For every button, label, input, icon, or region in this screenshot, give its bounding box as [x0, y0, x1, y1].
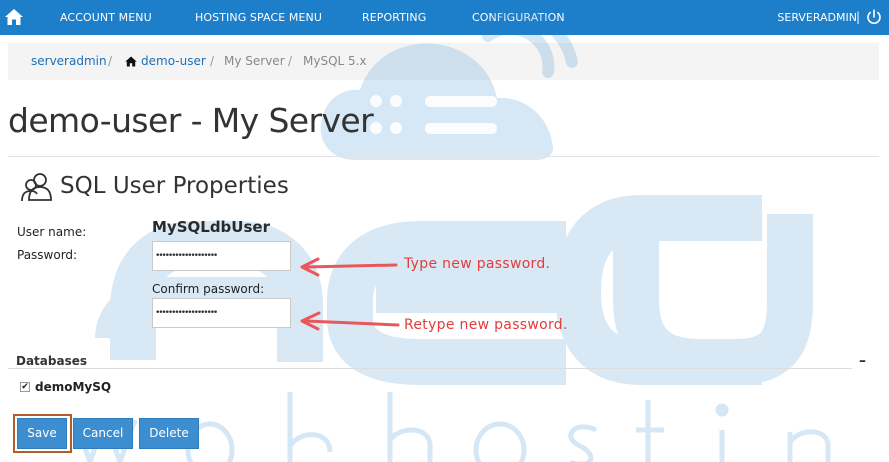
breadcrumb-my-server: My Server: [224, 54, 285, 68]
nav-account-menu[interactable]: ACCOUNT MENU: [60, 11, 152, 24]
breadcrumb-demo-user[interactable]: demo-user: [141, 54, 206, 68]
breadcrumb: serveradmin / demo-user / My Server / My…: [8, 43, 879, 80]
title-divider: [8, 156, 879, 157]
home-icon[interactable]: [4, 7, 24, 27]
breadcrumb-separator: /: [108, 54, 113, 68]
arrow-confirm-icon: [304, 319, 400, 327]
users-icon: [21, 173, 52, 202]
databases-heading: Databases: [16, 354, 88, 368]
arrow-password-icon: [304, 263, 398, 269]
delete-button[interactable]: Delete: [139, 418, 199, 449]
top-nav-bar: ACCOUNT MENU HOSTING SPACE MENU REPORTIN…: [0, 0, 889, 35]
database-checkbox[interactable]: ✔: [20, 382, 30, 392]
breadcrumb-serveradmin[interactable]: serveradmin: [31, 54, 107, 68]
section-title: SQL User Properties: [60, 173, 289, 199]
username-value: MySQLdbUser: [152, 218, 270, 236]
password-label: Password:: [17, 248, 78, 262]
confirm-password-input[interactable]: [152, 298, 291, 328]
nav-hosting-space-menu[interactable]: HOSTING SPACE MENU: [195, 11, 322, 24]
password-input[interactable]: [152, 241, 291, 271]
nav-configuration[interactable]: CONFIGURATION: [472, 11, 565, 24]
breadcrumb-mysql: MySQL 5.x: [303, 54, 367, 68]
power-icon[interactable]: [866, 9, 882, 25]
cancel-button[interactable]: Cancel: [73, 418, 133, 449]
confirm-annotation: Retype new password.: [404, 317, 568, 333]
collapse-toggle[interactable]: –: [859, 353, 866, 369]
save-button[interactable]: Save: [17, 418, 67, 449]
username-label: User name:: [17, 225, 87, 239]
breadcrumb-separator: /: [288, 54, 293, 68]
confirm-password-label: Confirm password:: [152, 282, 265, 296]
password-annotation: Type new password.: [404, 256, 551, 272]
nav-reporting[interactable]: REPORTING: [362, 11, 426, 24]
house-icon: [125, 56, 137, 67]
databases-divider: [8, 368, 852, 369]
user-menu[interactable]: SERVERADMIN: [777, 11, 857, 24]
breadcrumb-separator: /: [210, 54, 215, 68]
nav-separator: |: [856, 10, 861, 24]
database-name: demoMySQ: [35, 380, 112, 394]
page-title: demo-user - My Server: [8, 101, 374, 140]
